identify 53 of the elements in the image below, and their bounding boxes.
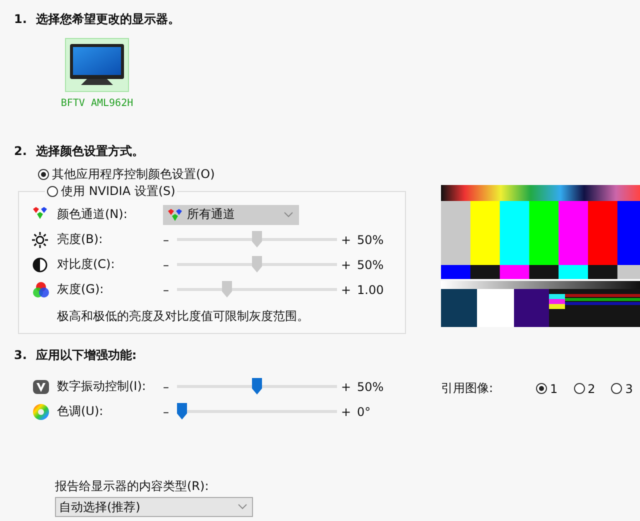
display-tile[interactable] <box>65 38 129 92</box>
rgb-circles-icon <box>32 280 50 298</box>
note-text: 极高和极低的亮度及对比度值可限制灰度范围。 <box>57 308 310 325</box>
radio-button[interactable]: 其他应用程序控制颜色设置(O) <box>36 166 217 183</box>
slider-thumb[interactable] <box>252 378 262 394</box>
content-type-label: 报告给显示器的内容类型(R): <box>55 478 210 495</box>
plus-sign: + <box>340 282 351 296</box>
rgb-gems-icon <box>32 206 48 220</box>
slider-label: 色调(U): <box>57 403 104 420</box>
content-type-dropdown[interactable]: 自动选择(推荐) <box>55 497 253 517</box>
slider-thumb[interactable] <box>252 230 262 248</box>
rgb-gems-icon <box>167 208 183 222</box>
channel-label: 颜色通道(N): <box>57 206 128 223</box>
plus-sign: + <box>340 380 351 394</box>
chevron-down-icon <box>238 504 247 510</box>
section-number: 3. <box>14 348 27 362</box>
sun-icon <box>32 232 48 248</box>
plus-sign: + <box>340 404 351 418</box>
minus-sign: – <box>163 404 170 418</box>
section-heading: 应用以下增强功能: <box>36 346 137 364</box>
slider-thumb[interactable] <box>222 280 232 298</box>
channel-dropdown[interactable]: 所有通道 <box>163 204 299 224</box>
chevron-down-icon <box>284 212 293 218</box>
monitor-icon <box>69 43 125 87</box>
color-wheel-icon <box>32 402 50 420</box>
plus-sign: + <box>340 258 351 272</box>
reference-label: 引用图像: <box>441 380 494 397</box>
section-heading: 选择颜色设置方式。 <box>36 142 144 160</box>
radio-button[interactable]: 使用 NVIDIA 设置(S) <box>45 183 178 200</box>
v-badge-icon <box>32 378 50 394</box>
plus-sign: + <box>340 232 351 246</box>
contrast-icon <box>32 256 48 272</box>
minus-sign: – <box>163 258 170 272</box>
minus-sign: – <box>163 380 170 394</box>
radio-button[interactable]: 3 <box>609 382 635 396</box>
slider-thumb[interactable] <box>252 256 262 272</box>
section-number: 2. <box>14 144 27 158</box>
section-heading: 选择您希望更改的显示器。 <box>36 10 180 28</box>
slider-label: 灰度(G): <box>57 281 105 298</box>
slider-thumb[interactable] <box>177 402 187 420</box>
minus-sign: – <box>163 232 170 246</box>
minus-sign: – <box>163 282 170 296</box>
slider-reading: 0° <box>356 404 372 418</box>
slider-label: 对比度(C): <box>57 256 116 273</box>
slider-reading: 50% <box>356 258 385 272</box>
slider-reading: 1.00 <box>356 282 385 296</box>
slider-reading: 50% <box>356 380 385 394</box>
radio-button[interactable]: 2 <box>572 382 598 396</box>
slider-label: 数字振动控制(I): <box>57 378 147 395</box>
slider-label: 亮度(B): <box>57 231 104 248</box>
slider-reading: 50% <box>356 232 385 246</box>
radio-button[interactable]: 1 <box>534 382 560 396</box>
section-number: 1. <box>14 12 27 26</box>
